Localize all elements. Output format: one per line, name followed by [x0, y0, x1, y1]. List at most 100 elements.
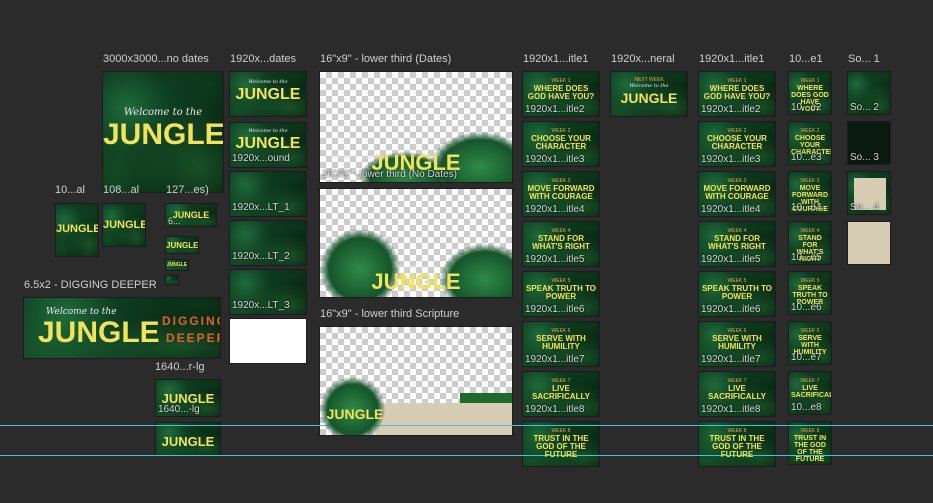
artboard-week-title[interactable]: WEEK 8 TRUST IN THE GOD OF THE FUTURE: [698, 421, 776, 467]
artboard-label[interactable]: 1920x...LT_1: [232, 202, 290, 213]
artboard-label[interactable]: 1920x1...itle8: [525, 404, 585, 415]
artboard-label[interactable]: 1920x...neral: [611, 53, 675, 65]
artboard-label[interactable]: 1920x1...itle1: [523, 53, 588, 65]
artboard-week-title[interactable]: WEEK 7LIVE SACRIFICALLY 10...e8: [788, 371, 832, 415]
artboard-label[interactable]: 1920x1...itle3: [701, 154, 761, 165]
artboard-label[interactable]: 6...: [168, 216, 181, 226]
artboard-lower-third-dates[interactable]: JUNGLE JANUARY 5 - MARCH 8 16"x9" - lowe…: [319, 71, 513, 183]
artboard-small-jungle[interactable]: JUNGLE: [102, 203, 146, 247]
artboard-week-title[interactable]: WEEK 8 TRUST IN THE GOD OF THE FUTURE: [522, 421, 600, 467]
artboard-small-jungle[interactable]: JUNGLE: [165, 259, 189, 271]
artboard-label[interactable]: 1920x...LT_2: [232, 251, 290, 262]
artboard-label[interactable]: 1920x1...itle5: [525, 254, 585, 265]
artboard-label[interactable]: 10...e4: [791, 202, 822, 213]
artboard-label[interactable]: So... 2: [850, 102, 879, 113]
artboard-label[interactable]: 10...e1: [789, 53, 823, 65]
artboard-label[interactable]: 1920x1...itle6: [525, 304, 585, 315]
artboard-week-title[interactable]: WEEK 6 SERVE WITH HUMILITY 1920x1...itle7: [522, 321, 600, 367]
artboard-label[interactable]: So... 4: [850, 202, 879, 213]
artboard-1920-lt1[interactable]: 1920x...LT_1: [229, 171, 307, 217]
artboard-week-title[interactable]: WEEK 5 SPEAK TRUTH TO POWER 1920x1...itle6: [522, 271, 600, 317]
artboard-1640-lg[interactable]: JUNGLE 1640...-lg: [155, 379, 221, 417]
artboard-label[interactable]: 10...e7: [791, 352, 822, 363]
artboard-week-title[interactable]: WEEK 5 SPEAK TRUTH TO POWER 1920x1...itle6: [698, 271, 776, 317]
artboard-week-title[interactable]: WEEK 7 LIVE SACRIFICALLY 1920x1...itle8: [522, 371, 600, 417]
artboard-digging-deeper[interactable]: Welcome to the JUNGLE DIGGING DEEPER: [23, 297, 221, 359]
artboard-label[interactable]: 10...al: [55, 184, 85, 196]
artboard-1920-dates[interactable]: Welcome to the JUNGLE: [229, 71, 307, 117]
artboard-week-title[interactable]: WEEK 6 SERVE WITH HUMILITY 10...e7: [788, 321, 832, 365]
artboard-label[interactable]: 1920x...ound: [232, 153, 290, 164]
artboard-label[interactable]: 1920x...LT_3: [232, 300, 290, 311]
artboard-label[interactable]: 1920x1...itle3: [525, 154, 585, 165]
artboard-1640-lg[interactable]: JUNGLE: [155, 422, 221, 456]
artboard-label[interactable]: So... 3: [850, 152, 879, 163]
artboard-label[interactable]: 10...e2: [791, 102, 822, 113]
artboard-label[interactable]: 1640...-lg: [158, 404, 200, 415]
artboard-label[interactable]: So... 1: [848, 53, 880, 65]
artboard-1920-lt3[interactable]: 1920x...LT_3: [229, 269, 307, 315]
artboard-so[interactable]: So... 4: [847, 171, 891, 215]
artboard-label[interactable]: 108...al: [103, 184, 139, 196]
artboard-label[interactable]: 3000x3000...no dates: [103, 53, 209, 65]
artboard-label[interactable]: 16"x9" - lower third (No Dates): [322, 169, 457, 180]
artboard-lower-third-nodates[interactable]: Welcome to the JUNGLE: [319, 188, 513, 298]
artboard-label[interactable]: 1640...r-lg: [155, 361, 205, 373]
artboard-label[interactable]: 1920x1...itle4: [701, 204, 761, 215]
artboard-label[interactable]: 1920x1...itle2: [701, 104, 761, 115]
artboard-label[interactable]: 1920x1...itle8: [701, 404, 761, 415]
artboard-lower-third-scripture[interactable]: JUNGLE: [319, 326, 513, 436]
artboard-label[interactable]: 1920x1...itle6: [701, 304, 761, 315]
jungle-title: JUNGLE: [166, 262, 188, 268]
artboard-small-jungle[interactable]: JUNGLE: [165, 236, 199, 254]
artboard-so[interactable]: So... 2: [847, 71, 891, 115]
jungle-title: JUNGLE: [166, 241, 199, 250]
artboard-week-title[interactable]: WEEK 3 MOVE FORWARD WITH COURAGE 1920x1...…: [522, 171, 600, 217]
artboard-label[interactable]: 1920x...dates: [230, 53, 296, 65]
artboard-1920-lt2[interactable]: 1920x...LT_2: [229, 220, 307, 266]
artboard-week-title[interactable]: WEEK 5 SPEAK TRUTH TO POWER 10...e6: [788, 271, 832, 315]
artboard-week-title[interactable]: WEEK 1 WHERE DOES GOD HAVE YOU? 10...e2: [788, 71, 832, 115]
artboard-label[interactable]: 1920x1...itle5: [701, 254, 761, 265]
artboard-label[interactable]: 127...es): [166, 184, 209, 196]
artboard-week-title[interactable]: WEEK 1 WHERE DOES GOD HAVE YOU? 1920x1...i…: [698, 71, 776, 117]
artboard-so[interactable]: [847, 221, 891, 265]
artboard-week-title[interactable]: WEEK 3 MOVE FORWARD WITH COURAGE 1920x1...…: [698, 171, 776, 217]
artboard-week-title[interactable]: WEEK 6 SERVE WITH HUMILITY 1920x1...itle7: [698, 321, 776, 367]
week-label: WEEK 1: [800, 78, 820, 84]
artboard-week-title[interactable]: WEEK 2 CHOOSE YOUR CHARACTER 10...e3: [788, 121, 832, 165]
artboard-week-title[interactable]: WEEK 4 STAND FOR WHAT'S RIGHT 1920x1...itl…: [698, 221, 776, 267]
artboard-week-title[interactable]: WEEK 1 WHERE DOES GOD HAVE YOU? 1920x1...i…: [522, 71, 600, 117]
week-title: TRUST IN THE GOD OF THE FUTURE: [709, 434, 765, 459]
artboard-label[interactable]: 16"x9" - lower third Scripture: [320, 308, 459, 320]
artboard-label[interactable]: 10...e8: [791, 402, 822, 413]
guide-line[interactable]: [0, 425, 933, 426]
artboard-week-title[interactable]: WEEK 4 STAND FOR WHAT'S RIGHT 1920x1...itl…: [522, 221, 600, 267]
artboard-label[interactable]: 1920x1...itle2: [525, 104, 585, 115]
artboard-small-jungle[interactable]: JUNGLE: [55, 203, 99, 257]
artboard-general[interactable]: NEXT WEEK Welcome to the JUNGLE: [610, 71, 688, 117]
artboard-label[interactable]: 1920x1...itle7: [525, 354, 585, 365]
artboard-square-jungle[interactable]: Welcome to the JUNGLE: [102, 71, 224, 193]
artboard-label[interactable]: 10...e3: [791, 152, 822, 163]
artboard-1920-blank[interactable]: [229, 318, 307, 364]
artboard-week-title[interactable]: WEEK 3 MOVE FORWARD WITH COURAGE 10...e4: [788, 171, 832, 215]
artboard-label[interactable]: 10...e5: [791, 252, 822, 263]
artboard-week-title[interactable]: WEEK 4 STAND FOR WHAT'S RIGHT 10...e5: [788, 221, 832, 265]
artboard-1920-round[interactable]: Welcome to the JUNGLE 1920x...ound: [229, 122, 307, 168]
artboard-week-title[interactable]: WEEK 7 LIVE SACRIFICALLY 1920x1...itle8: [698, 371, 776, 417]
artboard-label[interactable]: 1920x1...itle1: [699, 53, 764, 65]
artboard-week-title[interactable]: WEEK 2 CHOOSE YOUR CHARACTER 1920x1...itle…: [698, 121, 776, 167]
week-title: SPEAK TRUTH TO POWER: [525, 284, 597, 301]
artboard-label[interactable]: 6.5x2 - DIGGING DEEPER: [24, 279, 157, 291]
artboard-label[interactable]: 10...e6: [791, 302, 822, 313]
artboard-small-jungle[interactable]: JUNGLE 6...: [165, 203, 217, 227]
artboard-label[interactable]: 1920x1...itle7: [701, 354, 761, 365]
artboard-label[interactable]: 1920x1...itle4: [525, 204, 585, 215]
week-title: SERVE WITH HUMILITY: [536, 334, 586, 351]
artboard-week-title[interactable]: WEEK 2 CHOOSE YOUR CHARACTER 1920x1...itle…: [522, 121, 600, 167]
artboard-week-title[interactable]: WEEK 8 TRUST IN THE GOD OF THE FUTURE: [788, 421, 832, 465]
artboard-small-jungle[interactable]: [165, 275, 179, 285]
artboard-label[interactable]: 16"x9" - lower third (Dates): [320, 53, 451, 65]
artboard-so[interactable]: So... 3: [847, 121, 891, 165]
